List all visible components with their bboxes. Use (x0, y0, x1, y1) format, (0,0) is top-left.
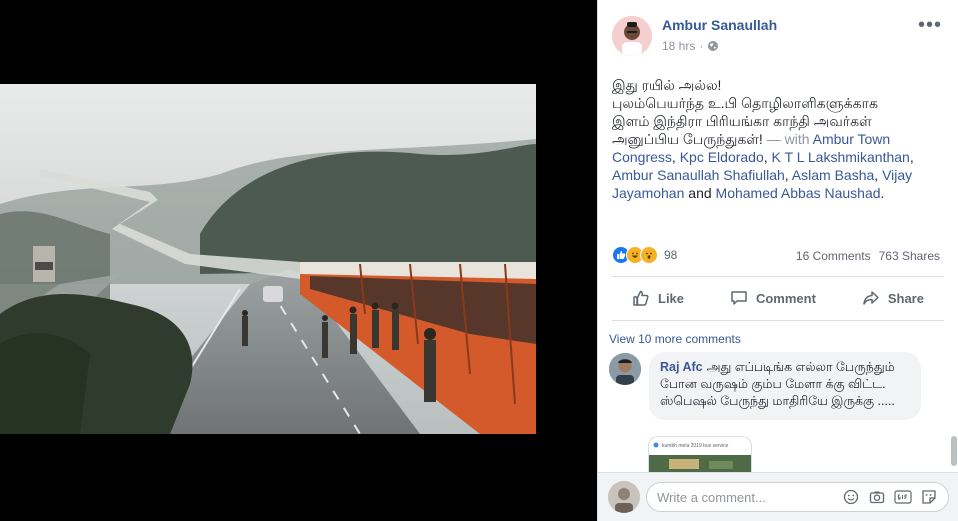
tag-separator: , (874, 167, 883, 183)
tag-separator: , (671, 149, 680, 165)
comment-author[interactable]: Raj Afc (660, 360, 703, 374)
emoji-icon[interactable] (842, 488, 860, 506)
tag-end: . (880, 185, 885, 201)
post-line-1: இது ரயில் அல்ல! (612, 77, 722, 93)
post-panel: Ambur Sanaullah 18 hrs · ••• இது ரயில் அ… (597, 0, 958, 521)
post-line-4-with-tags: அனுப்பிய பேருந்துகள்! — with Ambur Town … (612, 130, 942, 202)
current-user-avatar (608, 481, 640, 513)
wow-reaction-icon (640, 246, 658, 264)
composer-icons (842, 488, 938, 506)
comments-scrollbar[interactable] (951, 436, 957, 466)
with-prefix: — with (762, 131, 813, 147)
commenter-face-icon (609, 353, 641, 385)
attachment-caption: kumbh mela 2019 bus service (662, 443, 729, 449)
post-line-3: இளம் இந்திரா பிரியங்கா காந்தி அவர்கள் (612, 113, 872, 129)
view-more-comments-link[interactable]: View 10 more comments (609, 332, 741, 346)
post-time[interactable]: 18 hrs (662, 39, 695, 53)
gif-icon[interactable] (894, 488, 912, 506)
current-user-face-icon (608, 481, 640, 513)
globe-icon[interactable] (707, 40, 719, 52)
tag-separator-and: and (684, 185, 716, 201)
post-actions: Like Comment Share (612, 280, 944, 316)
tag-link[interactable]: Kpc Eldorado (680, 149, 764, 165)
sticker-icon[interactable] (920, 488, 938, 506)
reaction-count: 98 (664, 248, 678, 262)
like-button[interactable]: Like (632, 289, 684, 307)
thumbs-up-icon (633, 290, 649, 306)
tag-link[interactable]: Ambur Sanaullah Shafiullah (612, 167, 785, 183)
post-line-4: அனுப்பிய பேருந்துகள்! (612, 131, 763, 147)
post-meta: 18 hrs · (662, 39, 719, 53)
share-label: Share (887, 290, 924, 306)
comments-count[interactable]: 16 Comments (796, 249, 871, 263)
attachment-screenshot: kumbh mela 2019 bus service (649, 437, 751, 472)
shares-count[interactable]: 763 Shares (879, 249, 940, 263)
tag-separator: , (763, 149, 772, 165)
divider (612, 276, 944, 277)
author-avatar[interactable] (612, 16, 652, 56)
comment-bubble: Raj Afc அது எப்படிங்க எல்லா பேருந்தும் போ… (649, 352, 921, 420)
comment-label: Comment (755, 290, 816, 306)
tag-link[interactable]: Mohamed Abbas Naushad (716, 185, 881, 201)
post-author-name[interactable]: Ambur Sanaullah (662, 17, 777, 33)
comment-button[interactable]: Comment (730, 289, 816, 307)
commenter-avatar[interactable] (609, 353, 641, 385)
post-photo[interactable] (0, 84, 536, 434)
comment-icon (731, 291, 747, 305)
share-button[interactable]: Share (862, 289, 924, 307)
photo-viewer (0, 0, 597, 521)
bus-convoy-photo (0, 84, 536, 434)
tag-link[interactable]: Aslam Basha (792, 167, 874, 183)
comment-attachment-image[interactable]: kumbh mela 2019 bus service (648, 436, 752, 472)
dot-separator: · (699, 39, 704, 53)
comment-input[interactable] (657, 489, 842, 505)
tag-separator: , (784, 167, 792, 183)
share-arrow-icon (863, 291, 879, 305)
author-face-icon (612, 16, 652, 56)
comment-composer (598, 472, 958, 521)
tag-link[interactable]: K T L Lakshmikanthan (772, 149, 910, 165)
comment-field[interactable] (646, 482, 949, 512)
engagement-counts: 16 Comments 763 Shares (796, 249, 940, 263)
post-line-2: புலம்பெயர்ந்த உ.பி தொழிலாளிகளுக்காக (612, 95, 878, 111)
tag-separator: , (909, 149, 914, 165)
like-label: Like (658, 290, 685, 306)
camera-icon[interactable] (868, 488, 886, 506)
reaction-summary[interactable]: 98 (612, 246, 677, 264)
divider (612, 320, 944, 321)
post-text: இது ரயில் அல்ல! புலம்பெயர்ந்த உ.பி தொழில… (612, 76, 942, 202)
more-options-icon[interactable]: ••• (918, 14, 942, 37)
